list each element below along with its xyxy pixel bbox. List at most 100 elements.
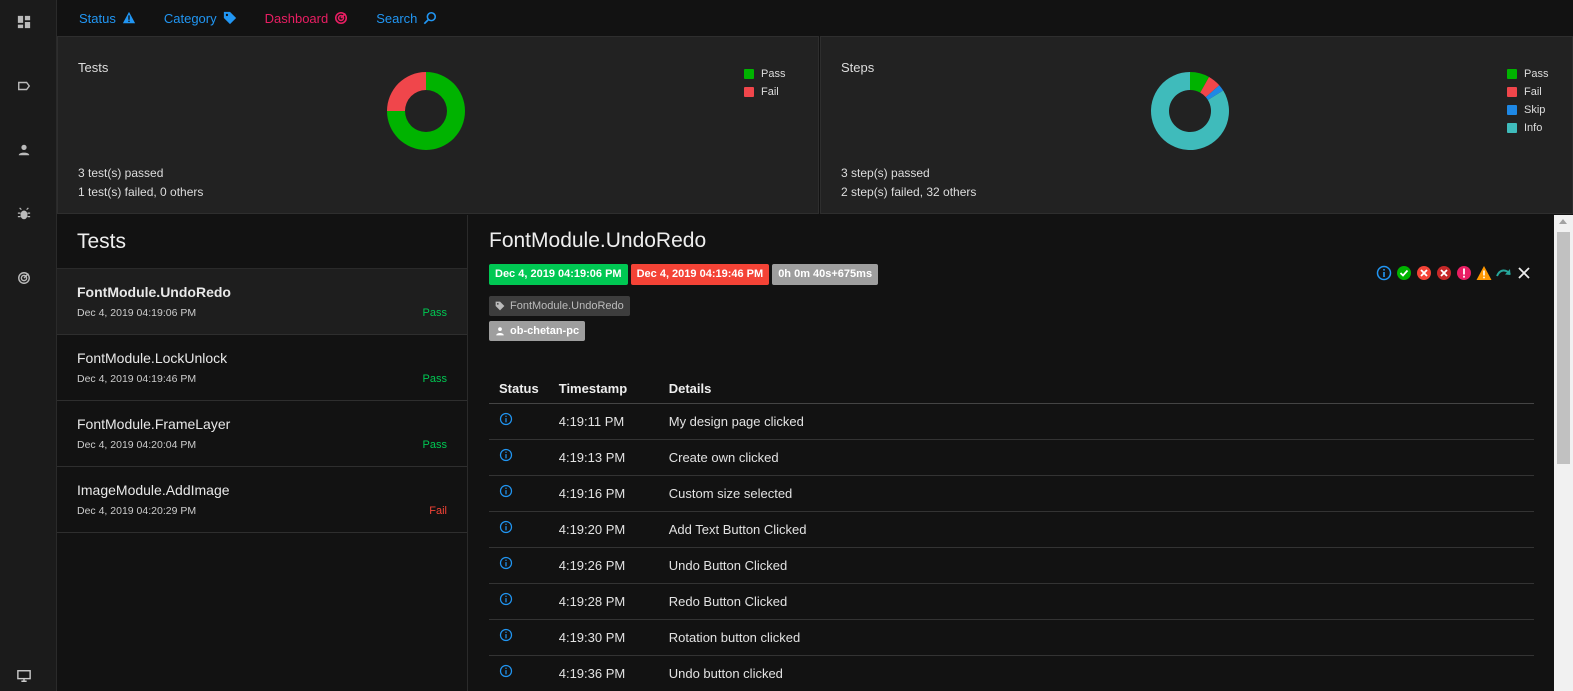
legend-item-pass: Pass <box>1507 65 1548 83</box>
tag-icon[interactable] <box>16 78 32 94</box>
legend-item-skip: Skip <box>1507 101 1548 119</box>
table-row: 4:19:20 PM Add Text Button Clicked <box>489 511 1534 548</box>
top-nav: Status Category Dashboard Search <box>57 0 1573 36</box>
nav-search-label: Search <box>376 10 418 26</box>
test-date: Dec 4, 2019 04:19:06 PM <box>77 307 197 319</box>
test-date: Dec 4, 2019 04:19:46 PM <box>77 373 197 385</box>
start-time-badge: Dec 4, 2019 04:19:06 PM <box>489 264 628 285</box>
nav-dashboard-label: Dashboard <box>264 10 329 26</box>
search-icon <box>424 11 437 25</box>
col-details: Details <box>658 375 1534 404</box>
tests-legend: Pass Fail <box>744 65 785 101</box>
test-item[interactable]: FontModule.LockUnlock Dec 4, 2019 04:19:… <box>57 335 467 401</box>
legend-item-pass: Pass <box>744 65 785 83</box>
steps-donut-chart <box>1151 72 1229 150</box>
test-name: ImageModule.AddImage <box>77 482 230 498</box>
table-row: 4:19:30 PM Rotation button clicked <box>489 619 1534 656</box>
step-timestamp: 4:19:11 PM <box>548 403 659 440</box>
tag-icon <box>223 11 236 25</box>
tests-donut-chart <box>387 72 465 150</box>
info-icon <box>499 664 539 678</box>
step-status <box>489 475 549 512</box>
col-timestamp: Timestamp <box>548 375 659 404</box>
nav-category-label: Category <box>163 10 217 26</box>
step-status <box>489 619 549 656</box>
test-item[interactable]: ImageModule.AddImage Dec 4, 2019 04:20:2… <box>57 467 467 533</box>
col-status: Status <box>489 375 549 404</box>
sidebar-rail <box>0 0 57 691</box>
pass-filter-icon[interactable] <box>1396 265 1412 281</box>
fail-filter-icon[interactable] <box>1416 265 1432 281</box>
detail-scrollbar[interactable] <box>1554 215 1573 691</box>
tests-passed-text: 3 test(s) passed <box>78 166 164 180</box>
table-row: 4:19:16 PM Custom size selected <box>489 475 1534 512</box>
step-details: Rotation button clicked <box>658 619 1534 656</box>
info-icon <box>499 412 539 426</box>
info-filter-icon[interactable] <box>1376 265 1392 281</box>
steps-summary-card: Steps Pass Fail Skip Info 3 step(s) pass… <box>820 36 1573 214</box>
step-status <box>489 511 549 548</box>
category-chip-label: FontModule.UndoRedo <box>510 300 624 312</box>
step-status <box>489 403 549 440</box>
step-timestamp: 4:19:28 PM <box>548 583 659 620</box>
warning-icon <box>122 11 135 24</box>
fatal-filter-icon[interactable] <box>1436 265 1452 281</box>
duration-badge: 0h 0m 40s+675ms <box>772 264 879 285</box>
step-details: My design page clicked <box>658 403 1534 440</box>
scrollbar-thumb[interactable] <box>1557 232 1570 464</box>
step-timestamp: 4:19:16 PM <box>548 475 659 512</box>
nav-category[interactable]: Category <box>164 11 237 26</box>
gauge-icon[interactable] <box>16 270 32 286</box>
nav-dashboard[interactable]: Dashboard <box>265 11 349 26</box>
legend-label: Skip <box>1524 104 1546 116</box>
steps-table-header: Status Timestamp Details <box>489 375 1534 404</box>
table-row: 4:19:36 PM Undo button clicked <box>489 655 1534 691</box>
test-status: Fail <box>429 505 447 517</box>
test-status: Pass <box>422 439 447 451</box>
error-filter-icon[interactable] <box>1456 265 1472 281</box>
info-icon <box>499 448 539 462</box>
nav-status[interactable]: Status <box>79 11 136 26</box>
user-icon[interactable] <box>16 142 32 158</box>
test-date: Dec 4, 2019 04:20:04 PM <box>77 439 197 451</box>
app-root: Status Category Dashboard Search Tests P… <box>0 0 1573 691</box>
author-chip-label: ob-chetan-pc <box>510 325 580 337</box>
legend-label: Info <box>1524 122 1543 134</box>
test-item[interactable]: FontModule.UndoRedo Dec 4, 2019 04:19:06… <box>57 269 467 335</box>
info-icon <box>499 484 539 498</box>
legend-label: Pass <box>1524 68 1549 80</box>
monitor-icon[interactable] <box>16 668 32 684</box>
close-icon[interactable] <box>1516 265 1532 281</box>
step-timestamp: 4:19:20 PM <box>548 511 659 548</box>
warning-filter-icon[interactable] <box>1476 265 1492 281</box>
test-status: Pass <box>422 307 447 319</box>
user-icon <box>496 327 504 336</box>
status-filters <box>1372 265 1532 281</box>
test-date: Dec 4, 2019 04:20:29 PM <box>77 505 197 517</box>
time-badges: Dec 4, 2019 04:19:06 PM Dec 4, 2019 04:1… <box>489 264 881 285</box>
skip-filter-icon[interactable] <box>1496 265 1512 281</box>
steps-passed-text: 3 step(s) passed <box>841 166 930 180</box>
legend-label: Fail <box>761 86 779 98</box>
legend-label: Pass <box>761 68 786 80</box>
category-chip[interactable]: FontModule.UndoRedo <box>489 296 630 316</box>
info-icon <box>499 556 539 570</box>
step-details: Create own clicked <box>658 439 1534 476</box>
author-chip[interactable]: ob-chetan-pc <box>489 321 586 341</box>
test-item[interactable]: FontModule.FrameLayer Dec 4, 2019 04:20:… <box>57 401 467 467</box>
test-list-heading: Tests <box>57 215 467 269</box>
tests-failed-text: 1 test(s) failed, 0 others <box>78 185 204 199</box>
test-status: Pass <box>422 373 447 385</box>
step-timestamp: 4:19:13 PM <box>548 439 659 476</box>
gauge-icon <box>335 11 348 25</box>
dashboard-icon[interactable] <box>16 14 32 30</box>
scroll-up-arrow[interactable] <box>1559 219 1567 224</box>
bug-icon[interactable] <box>16 206 32 222</box>
step-details: Redo Button Clicked <box>658 583 1534 620</box>
nav-status-label: Status <box>79 10 116 26</box>
legend-label: Fail <box>1524 86 1542 98</box>
legend-item-info: Info <box>1507 119 1548 137</box>
test-detail-title: FontModule.UndoRedo <box>489 229 707 252</box>
nav-search[interactable]: Search <box>376 11 437 26</box>
steps-legend: Pass Fail Skip Info <box>1507 65 1548 137</box>
